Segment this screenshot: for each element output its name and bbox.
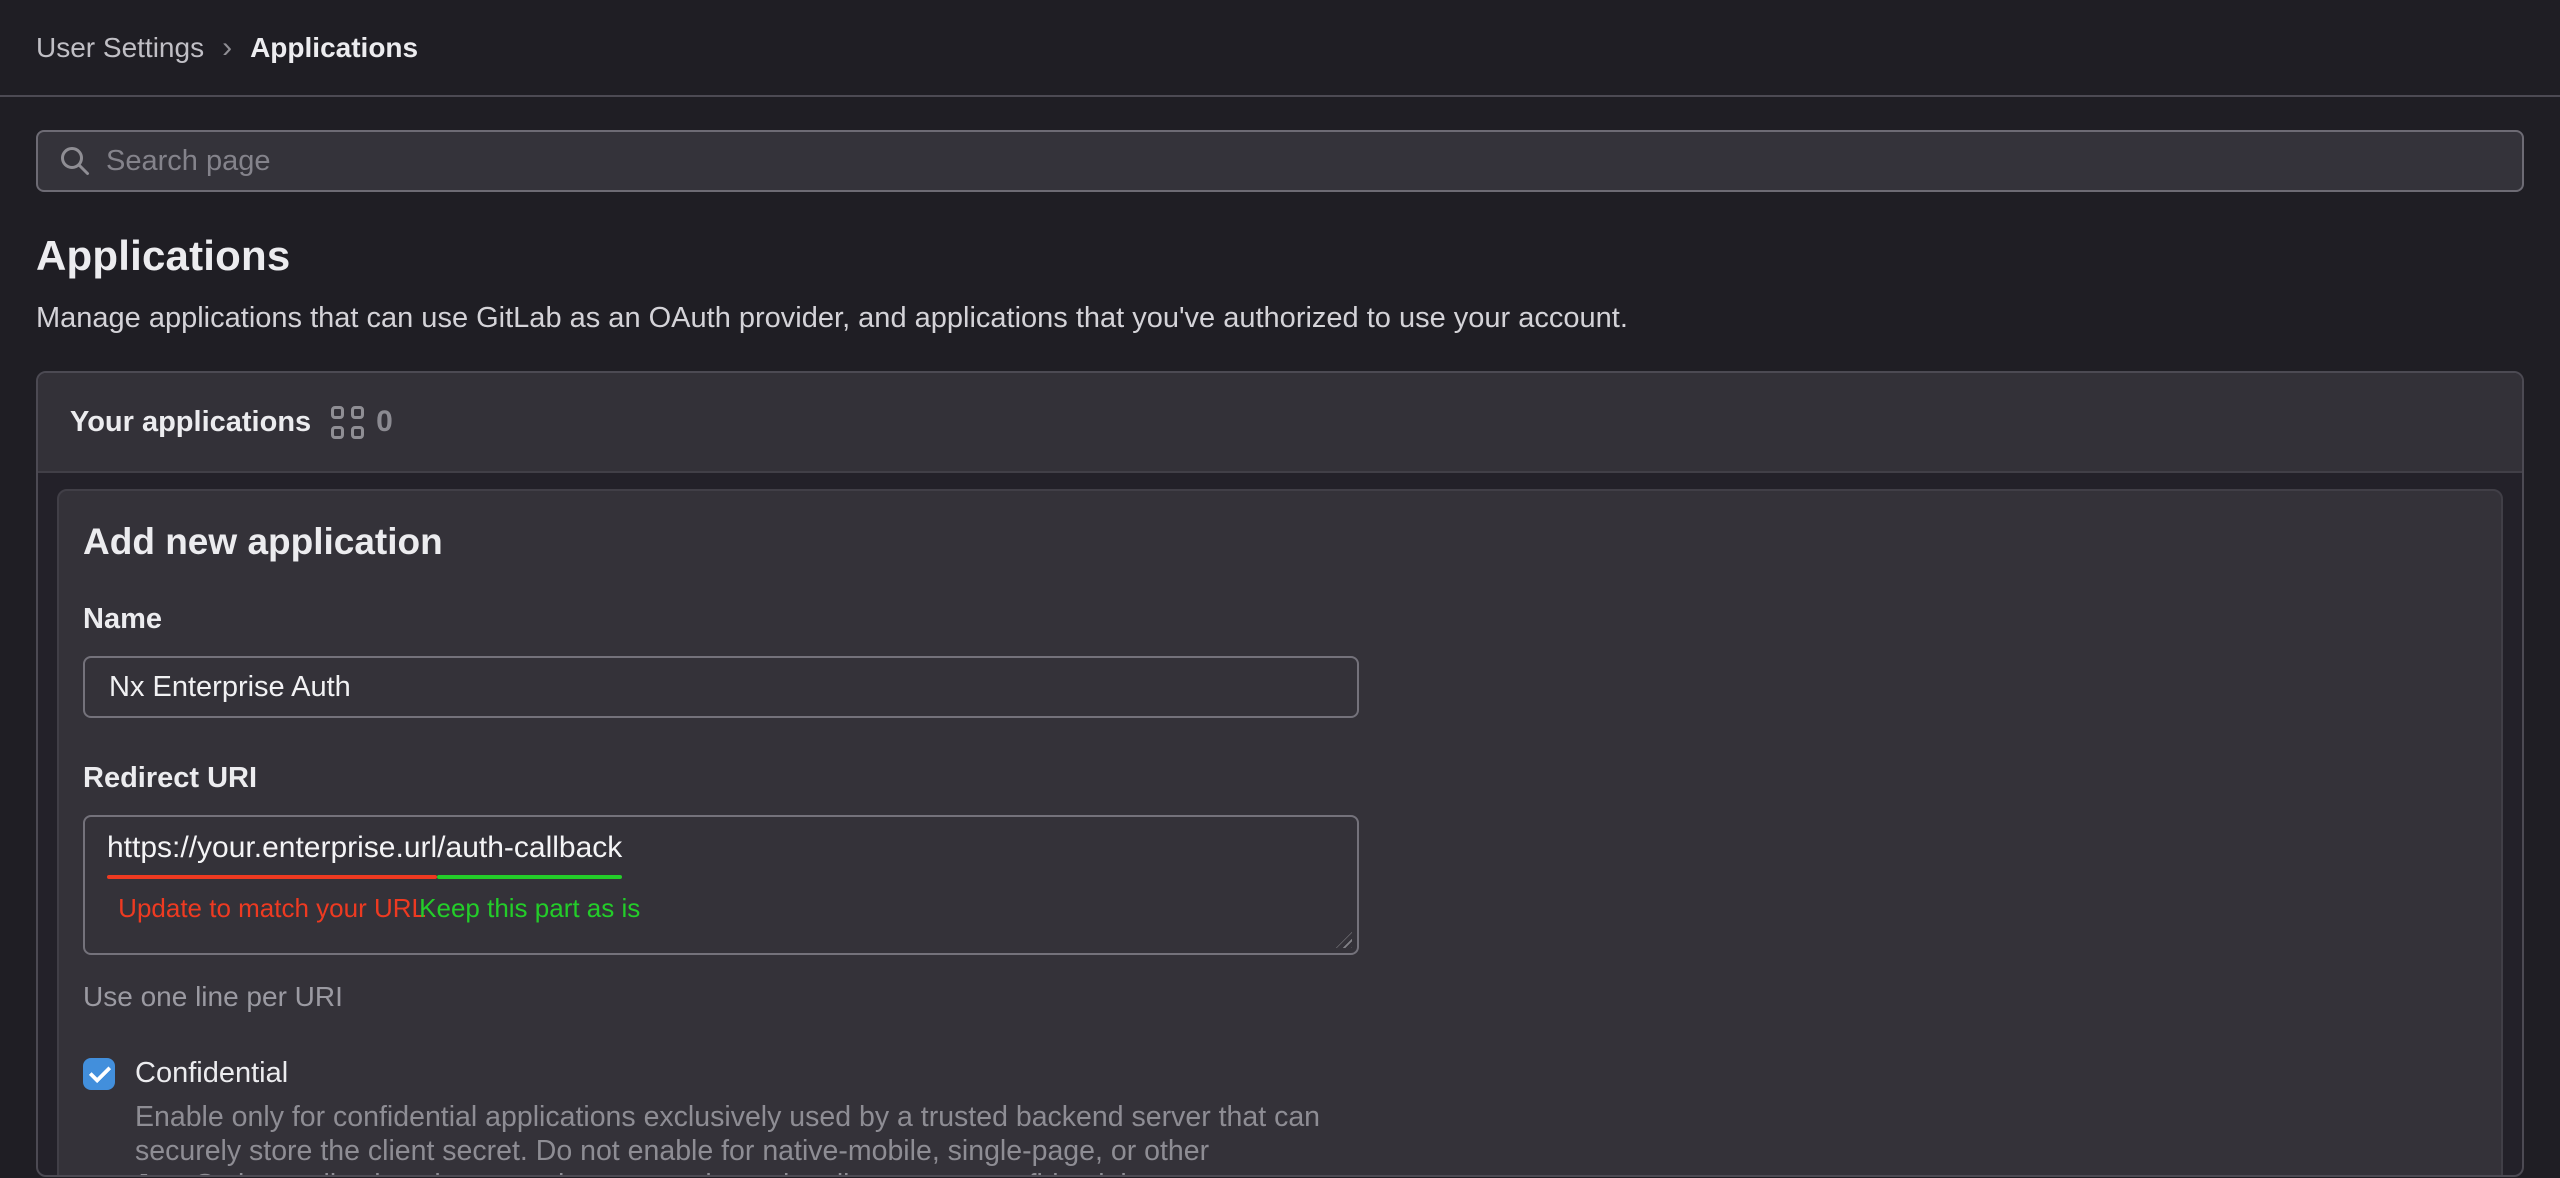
redirect-uri-value: https://your.enterprise.url Update to ma… [107, 831, 1335, 865]
your-applications-body: Add new application Name Redirect URI ht… [38, 473, 2522, 1177]
textarea-resize-handle[interactable] [1336, 932, 1352, 948]
applications-count-badge: 0 [376, 405, 393, 439]
search-input[interactable]: Search page [36, 130, 2524, 192]
page-content: Search page Applications Manage applicat… [0, 130, 2560, 1177]
search-icon [58, 144, 92, 178]
chevron-right-icon: › [222, 33, 232, 63]
redirect-uri-path-segment: /auth-callback Keep this part as is [437, 831, 622, 865]
redirect-uri-label: Redirect URI [83, 762, 2477, 795]
page-description: Manage applications that can use GitLab … [36, 302, 2524, 335]
redirect-uri-textarea[interactable]: https://your.enterprise.url Update to ma… [83, 815, 1359, 955]
confidential-row: Confidential [83, 1057, 2477, 1090]
name-label: Name [83, 603, 2477, 636]
breadcrumb-user-settings[interactable]: User Settings [36, 32, 204, 64]
top-navigation-bar: User Settings › Applications [0, 0, 2560, 97]
green-underline [437, 875, 622, 879]
redirect-uri-helper: Use one line per URI [83, 981, 2477, 1013]
search-placeholder: Search page [106, 145, 270, 178]
confidential-label[interactable]: Confidential [135, 1057, 288, 1090]
applications-grid-icon [331, 406, 364, 439]
breadcrumb: User Settings › Applications [36, 32, 418, 64]
annotation-keep-part: Keep this part as is [419, 893, 640, 924]
breadcrumb-current-page: Applications [250, 32, 418, 64]
form-title: Add new application [83, 521, 2477, 563]
add-application-form: Add new application Name Redirect URI ht… [57, 489, 2503, 1177]
page-title: Applications [36, 232, 2524, 280]
your-applications-header: Your applications 0 [38, 373, 2522, 473]
name-field: Name [83, 603, 2477, 718]
your-applications-title: Your applications [70, 406, 311, 439]
your-applications-card: Your applications 0 Add new application … [36, 371, 2524, 1177]
redirect-uri-field: Redirect URI https://your.enterprise.url… [83, 762, 2477, 1013]
annotation-update-url: Update to match your URL [118, 893, 426, 924]
name-input[interactable] [83, 656, 1359, 718]
redirect-uri-host-segment: https://your.enterprise.url Update to ma… [107, 831, 437, 865]
confidential-checkbox[interactable] [83, 1058, 115, 1090]
confidential-description: Enable only for confidential application… [135, 1100, 1350, 1177]
red-underline [107, 875, 437, 879]
